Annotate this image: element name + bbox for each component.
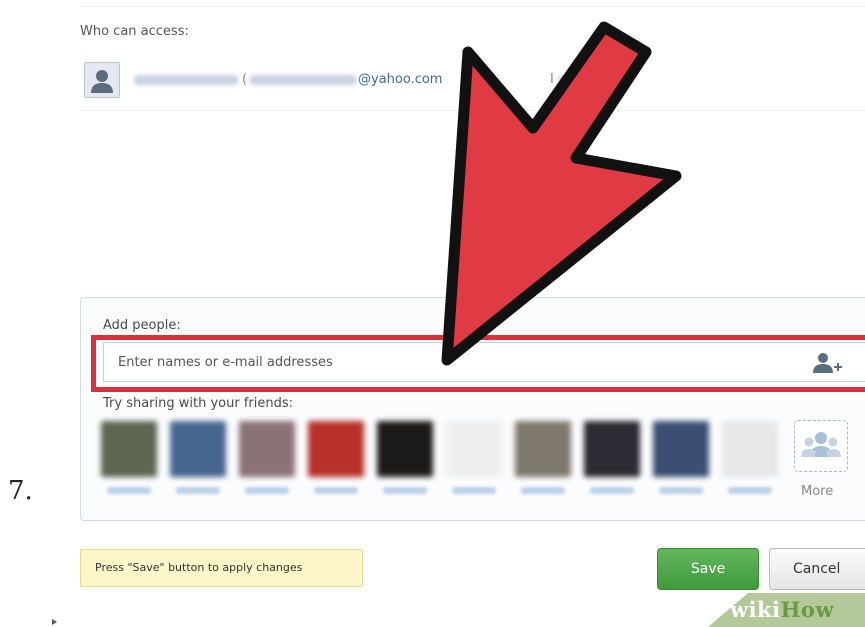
friend-item[interactable]	[239, 421, 295, 501]
friend-name-blurred	[245, 487, 289, 494]
user-email-blurred	[250, 75, 356, 85]
friend-name-blurred	[521, 487, 565, 494]
friend-photo	[722, 421, 778, 477]
friend-item[interactable]	[170, 421, 226, 501]
friend-item[interactable]	[515, 421, 571, 501]
friend-photo	[170, 421, 226, 477]
friend-name-blurred	[383, 487, 427, 494]
save-button[interactable]: Save	[657, 548, 759, 590]
friend-name-blurred	[176, 487, 220, 494]
input-highlight-frame	[91, 335, 865, 392]
friend-name-blurred	[659, 487, 703, 494]
friend-photo	[515, 421, 571, 477]
friend-photo	[101, 421, 157, 477]
save-hint-text: Press "Save" button to apply changes	[95, 561, 303, 574]
user-name-blurred	[134, 75, 238, 85]
who-can-access-label: Who can access:	[80, 24, 189, 39]
friend-photo	[446, 421, 502, 477]
watermark-how: How	[780, 597, 835, 622]
user-role-text: I	[550, 72, 554, 87]
small-arrow-icon	[52, 619, 57, 625]
access-user-row: ( @yahoo.com I	[84, 62, 865, 102]
more-friends-label[interactable]: More	[801, 484, 833, 499]
user-avatar-icon	[84, 62, 120, 98]
user-role-blurred	[558, 75, 610, 85]
row-divider	[80, 110, 865, 111]
friend-photo	[377, 421, 433, 477]
friend-item[interactable]	[653, 421, 709, 501]
friend-item[interactable]	[446, 421, 502, 501]
user-email-paren: (	[242, 72, 248, 87]
cancel-button[interactable]: Cancel	[769, 548, 865, 590]
friend-photo	[584, 421, 640, 477]
friend-name-blurred	[452, 487, 496, 494]
try-sharing-label: Try sharing with your friends:	[103, 396, 294, 411]
friend-name-blurred	[314, 487, 358, 494]
wikihow-watermark: wikiHow	[730, 597, 834, 622]
group-icon	[801, 432, 841, 457]
friend-item[interactable]	[308, 421, 364, 501]
friend-name-blurred	[590, 487, 634, 494]
add-person-icon[interactable]	[810, 350, 844, 376]
friend-item[interactable]	[377, 421, 433, 501]
add-people-label: Add people:	[103, 318, 181, 333]
friend-item[interactable]	[584, 421, 640, 501]
friend-photo	[239, 421, 295, 477]
friend-item[interactable]	[101, 421, 157, 501]
friend-name-blurred	[107, 487, 151, 494]
step-number: 7.	[8, 476, 33, 506]
user-email-domain: @yahoo.com	[358, 72, 443, 87]
watermark-wiki: wiki	[730, 597, 781, 622]
friend-photo	[308, 421, 364, 477]
more-friends-button[interactable]	[794, 420, 848, 472]
friend-item[interactable]	[722, 421, 778, 501]
top-divider	[80, 6, 865, 7]
friend-name-blurred	[728, 487, 772, 494]
friend-photo	[653, 421, 709, 477]
